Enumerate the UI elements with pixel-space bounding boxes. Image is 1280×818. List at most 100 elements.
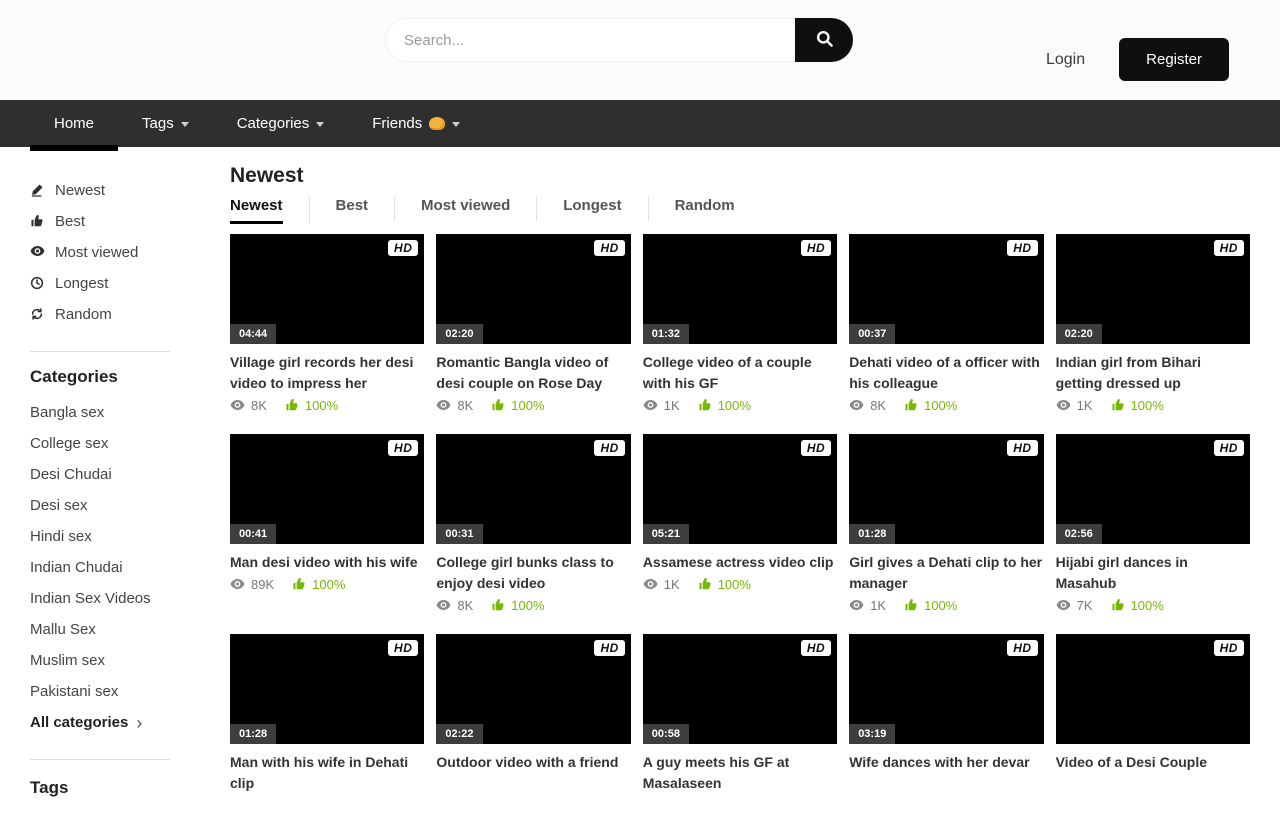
tab-random[interactable]: Random [649,197,761,221]
sidebar-category-item[interactable]: Indian Chudai [30,552,202,583]
video-card[interactable]: HD 02:20 Indian girl from Bihari getting… [1056,234,1250,418]
video-thumbnail[interactable]: HD 01:28 [849,434,1043,544]
video-thumbnail[interactable]: HD 02:20 [1056,234,1250,344]
register-button[interactable]: Register [1119,38,1229,81]
video-meta: 1K 100% [849,597,1043,613]
nav-item-categories[interactable]: Categories [213,100,349,147]
nav-item-friends[interactable]: Friends [348,100,484,147]
video-meta: 1K 100% [643,576,837,592]
video-card[interactable]: HD 01:32 College video of a couple with … [643,234,837,418]
video-title[interactable]: Assamese actress video clip [643,552,837,573]
video-thumbnail[interactable]: HD 02:22 [436,634,630,744]
video-meta: 1K 100% [1056,397,1250,413]
sidebar-item-most-viewed[interactable]: Most viewed [30,237,202,268]
video-card[interactable]: HD 03:19 Wife dances with her devar [849,634,1043,818]
sidebar-category-item[interactable]: Desi sex [30,490,202,521]
video-thumbnail[interactable]: HD 00:37 [849,234,1043,344]
sidebar-category-item[interactable]: Bangla sex [30,397,202,428]
video-thumbnail[interactable]: HD 03:19 [849,634,1043,744]
video-meta: 8K 100% [436,397,630,413]
video-title[interactable]: College video of a couple with his GF [643,352,837,394]
search-input[interactable] [385,18,795,62]
video-title[interactable]: Romantic Bangla video of desi couple on … [436,352,630,394]
sidebar-item-longest[interactable]: Longest [30,268,202,299]
video-title[interactable]: College girl bunks class to enjoy desi v… [436,552,630,594]
video-title[interactable]: Village girl records her desi video to i… [230,352,424,394]
video-title[interactable]: A guy meets his GF at Masalaseen [643,752,837,794]
sidebar-category-item[interactable]: Hindi sex [30,521,202,552]
sort-item-label: Random [55,306,112,323]
video-card[interactable]: HD 04:44 Village girl records her desi v… [230,234,424,418]
sidebar-item-newest[interactable]: Newest [30,175,202,206]
video-card[interactable]: HD 01:28 Man with his wife in Dehati cli… [230,634,424,818]
hd-badge: HD [594,640,624,656]
video-title[interactable]: Video of a Desi Couple [1056,752,1250,773]
video-thumbnail[interactable]: HD [1056,634,1250,744]
tab-newest[interactable]: Newest [230,197,310,224]
auth-area: Login Register [1046,38,1229,81]
sidebar-category-item[interactable]: College sex [30,428,202,459]
video-card[interactable]: HD 02:22 Outdoor video with a friend [436,634,630,818]
video-title[interactable]: Man desi video with his wife [230,552,424,573]
video-thumbnail[interactable]: HD 02:20 [436,234,630,344]
eye-icon [230,399,245,411]
all-categories-link[interactable]: All categories › [30,707,202,738]
video-card[interactable]: HD 00:37 Dehati video of a officer with … [849,234,1043,418]
rating-percent: 100% [924,598,957,613]
video-meta: 8K 100% [849,397,1043,413]
search-button[interactable] [795,18,853,62]
video-card[interactable]: HD 00:31 College girl bunks class to enj… [436,434,630,618]
video-meta: 8K 100% [436,597,630,613]
video-thumbnail[interactable]: HD 00:58 [643,634,837,744]
nav-item-home[interactable]: Home [30,100,118,147]
nav-item-label: Categories [237,115,310,132]
video-title[interactable]: Girl gives a Dehati clip to her manager [849,552,1043,594]
hd-badge: HD [388,240,418,256]
chevron-down-icon [316,122,324,127]
thumbs-up-icon [292,577,306,591]
sidebar-category-item[interactable]: Desi Chudai [30,459,202,490]
video-thumbnail[interactable]: HD 01:32 [643,234,837,344]
video-title[interactable]: Wife dances with her devar [849,752,1043,773]
duration-badge: 00:37 [849,324,895,344]
login-link[interactable]: Login [1046,51,1085,69]
video-card[interactable]: HD Video of a Desi Couple [1056,634,1250,818]
video-card[interactable]: HD 00:58 A guy meets his GF at Masalasee… [643,634,837,818]
page-title: Newest [230,163,1250,189]
tab-most-viewed[interactable]: Most viewed [395,197,537,221]
sidebar-category-item[interactable]: Muslim sex [30,645,202,676]
video-title[interactable]: Hijabi girl dances in Masahub [1056,552,1250,594]
rating-percent: 100% [1131,598,1164,613]
tab-longest[interactable]: Longest [537,197,648,221]
eye-icon [849,599,864,611]
video-thumbnail[interactable]: HD 05:21 [643,434,837,544]
hd-badge: HD [388,640,418,656]
eye-icon [849,399,864,411]
thumbs-up-icon [1111,398,1125,412]
video-card[interactable]: HD 02:56 Hijabi girl dances in Masahub 7… [1056,434,1250,618]
video-thumbnail[interactable]: HD 00:41 [230,434,424,544]
video-title[interactable]: Man with his wife in Dehati clip [230,752,424,794]
sidebar-category-item[interactable]: Indian Sex Videos [30,583,202,614]
video-title[interactable]: Dehati video of a officer with his colle… [849,352,1043,394]
video-thumbnail[interactable]: HD 01:28 [230,634,424,744]
video-card[interactable]: HD 02:20 Romantic Bangla video of desi c… [436,234,630,418]
video-thumbnail[interactable]: HD 02:56 [1056,434,1250,544]
sidebar-item-best[interactable]: Best [30,206,202,237]
video-thumbnail[interactable]: HD 00:31 [436,434,630,544]
duration-badge: 01:28 [849,524,895,544]
video-title[interactable]: Outdoor video with a friend [436,752,630,773]
video-card[interactable]: HD 00:41 Man desi video with his wife 89… [230,434,424,618]
duration-badge: 00:58 [643,724,689,744]
rating-percent: 100% [511,398,544,413]
video-title[interactable]: Indian girl from Bihari getting dressed … [1056,352,1250,394]
video-thumbnail[interactable]: HD 04:44 [230,234,424,344]
sidebar-item-random[interactable]: Random [30,299,202,330]
tab-best[interactable]: Best [310,197,396,221]
video-card[interactable]: HD 05:21 Assamese actress video clip 1K [643,434,837,618]
hd-badge: HD [801,440,831,456]
sidebar-category-item[interactable]: Mallu Sex [30,614,202,645]
video-card[interactable]: HD 01:28 Girl gives a Dehati clip to her… [849,434,1043,618]
sidebar-category-item[interactable]: Pakistani sex [30,676,202,707]
nav-item-tags[interactable]: Tags [118,100,213,147]
